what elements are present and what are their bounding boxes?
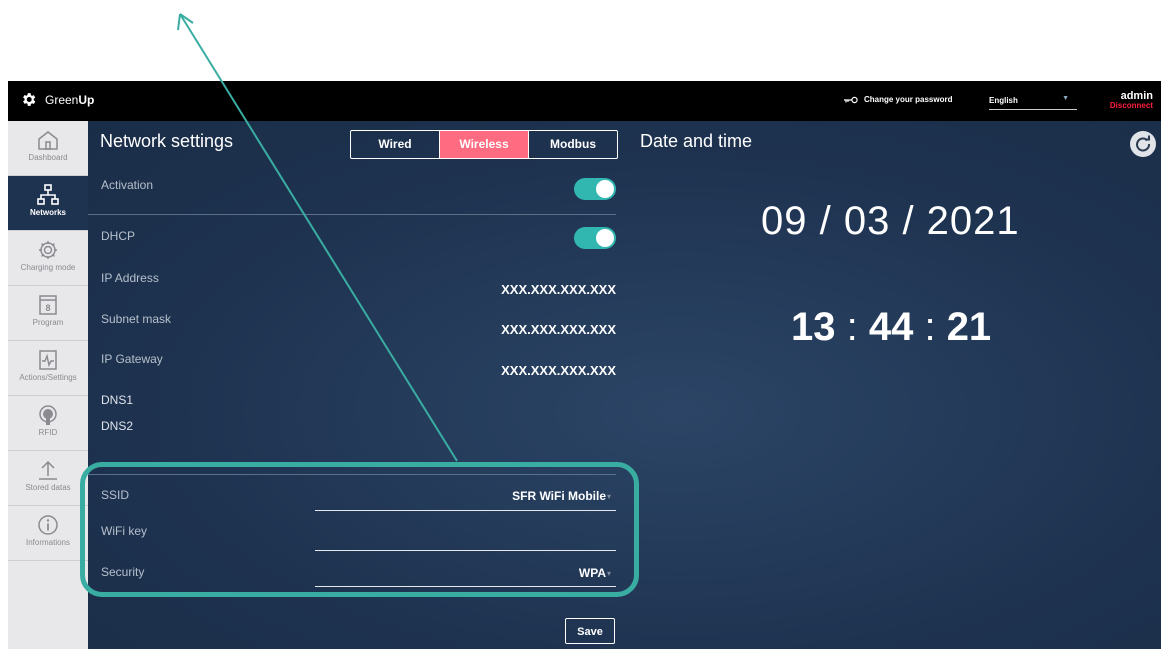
- annotation-arrow: [177, 13, 458, 462]
